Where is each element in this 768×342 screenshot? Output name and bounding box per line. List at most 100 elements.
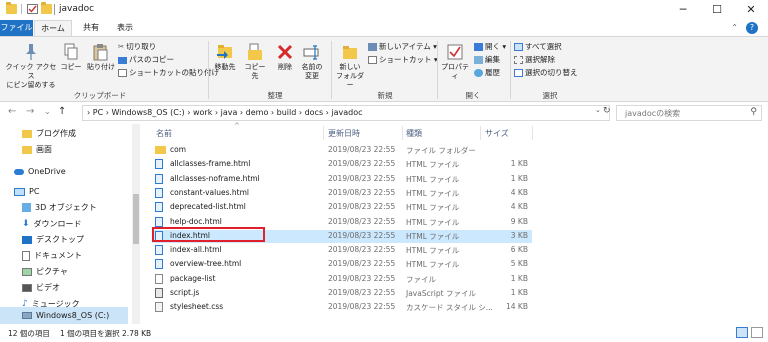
nav-item-desktop[interactable]: デスクトップ xyxy=(22,232,84,248)
details-view-button[interactable] xyxy=(736,327,748,338)
minimize-button[interactable]: ─ xyxy=(666,0,700,20)
sort-ascending-icon: ^ xyxy=(234,122,240,130)
new-folder-quick-icon[interactable] xyxy=(41,2,52,14)
file-type: HTML ファイル xyxy=(406,188,460,198)
file-row[interactable]: overview-tree.html 2019/08/23 22:55 HTML フ… xyxy=(152,258,532,271)
status-item-count: 12 個の項目 xyxy=(8,329,50,338)
file-type: カスケード スタイル シ... xyxy=(406,303,493,313)
file-size: 14 KB xyxy=(506,302,528,312)
file-row[interactable]: constant-values.html 2019/08/23 22:55 HTML… xyxy=(152,187,532,200)
recent-locations-button[interactable]: ⌄ xyxy=(44,107,51,116)
nav-scrollbar[interactable] xyxy=(132,124,140,324)
nav-scrollbar-thumb[interactable] xyxy=(133,194,139,244)
new-item-label: 新しいアイテム xyxy=(379,42,431,51)
open-button[interactable]: 開く ▾ xyxy=(474,41,506,53)
invert-selection-icon xyxy=(514,69,523,77)
tab-view[interactable]: 表示 xyxy=(110,20,140,36)
new-item-button[interactable]: 新しいアイテム ▾ xyxy=(368,41,437,53)
nav-item-3d-objects[interactable]: 3D オブジェクト xyxy=(22,200,97,216)
new-item-icon xyxy=(368,43,377,51)
history-button[interactable]: 履歴 xyxy=(474,67,500,79)
column-header-name[interactable]: 名前 xyxy=(156,128,172,139)
file-row[interactable]: allclasses-noframe.html 2019/08/23 22:55 H… xyxy=(152,173,532,186)
file-list: 名前 ^ 更新日時 種類 サイズ com 2019/08/23 22:55 ファイル… xyxy=(140,122,768,324)
large-icons-view-button[interactable] xyxy=(751,327,763,338)
column-header-type[interactable]: 種類 xyxy=(406,128,422,139)
back-button[interactable]: ← xyxy=(8,106,16,117)
search-icon[interactable]: ⚲ xyxy=(750,107,757,117)
nav-item-label: 画面 xyxy=(36,145,52,154)
column-separator[interactable] xyxy=(532,126,533,140)
forward-button[interactable]: → xyxy=(26,106,34,117)
select-none-button[interactable]: 選択解除 xyxy=(514,54,555,66)
column-separator[interactable] xyxy=(480,126,481,140)
close-button[interactable]: ✕ xyxy=(734,0,768,20)
address-dropdown-button[interactable]: ⌄ xyxy=(595,106,601,114)
rename-button[interactable]: 名前の 変更 xyxy=(298,43,326,81)
delete-icon xyxy=(277,44,293,60)
nav-item-downloads[interactable]: ⬇ ダウンロード xyxy=(22,216,82,232)
pin-to-quick-access-button[interactable]: クイック アクセス にピン留めする xyxy=(4,43,58,90)
up-button[interactable]: ↑ xyxy=(58,106,66,117)
drive-icon xyxy=(22,312,32,319)
copy-to-button[interactable]: コピー先 xyxy=(242,43,268,81)
nav-item-drive-c[interactable]: Windows8_OS (C:) xyxy=(22,308,109,324)
file-date: 2019/08/23 22:55 xyxy=(328,230,396,240)
copy-button[interactable]: コピー xyxy=(58,43,84,72)
file-date: 2019/08/23 22:55 xyxy=(328,302,396,312)
file-row[interactable]: deprecated-list.html 2019/08/23 22:55 HTML… xyxy=(152,201,532,214)
nav-item-onedrive[interactable]: OneDrive xyxy=(14,164,66,180)
new-folder-button[interactable]: 新しい フォルダー xyxy=(335,43,365,90)
nav-item-videos[interactable]: ビデオ xyxy=(22,280,60,296)
file-row[interactable]: allclasses-frame.html 2019/08/23 22:55 HTM… xyxy=(152,158,532,171)
edit-button[interactable]: 編集 xyxy=(474,54,500,66)
nav-item-pictures[interactable]: ピクチャ xyxy=(22,264,68,280)
search-box[interactable]: javadocの検索 ⚲ xyxy=(616,105,762,121)
invert-selection-button[interactable]: 選択の切り替え xyxy=(514,67,578,79)
select-all-button[interactable]: すべて選択 xyxy=(514,41,562,53)
status-selection: 1 個の項目を選択 2.78 KB xyxy=(60,329,152,338)
tab-file[interactable]: ファイル xyxy=(0,20,33,36)
nav-item-screens[interactable]: 画面 xyxy=(22,142,52,158)
help-icon[interactable]: ? xyxy=(746,22,758,34)
css-file-icon xyxy=(155,302,163,313)
file-row[interactable]: index-all.html 2019/08/23 22:55 HTML ファイル 6… xyxy=(152,244,532,257)
nav-item-blog[interactable]: ブログ作成 xyxy=(22,126,76,142)
search-input[interactable]: javadocの検索 xyxy=(625,108,680,119)
copy-icon xyxy=(64,43,78,60)
column-separator[interactable] xyxy=(402,126,403,140)
maximize-button[interactable]: ☐ xyxy=(700,0,734,20)
tab-share[interactable]: 共有 xyxy=(76,20,106,36)
move-to-button[interactable]: 移動先 xyxy=(212,43,238,72)
navigation-pane: ブログ作成 画面 OneDrive PC 3D オブジェクト ⬇ ダウンロード デ… xyxy=(0,124,132,324)
properties-label: プロパティ xyxy=(441,63,469,80)
properties-checkbox-icon[interactable] xyxy=(27,4,38,14)
properties-button[interactable]: プロパティ xyxy=(440,43,470,81)
column-header-date[interactable]: 更新日時 xyxy=(328,128,360,139)
paste-shortcut-button[interactable]: ショートカットの貼り付け xyxy=(118,67,219,79)
breadcrumb[interactable]: › PC › Windows8_OS (C:) › work › java › … xyxy=(87,108,363,117)
paste-icon xyxy=(93,44,108,61)
tab-home[interactable]: ホーム xyxy=(34,20,72,36)
easy-access-button[interactable]: ショートカット ▾ xyxy=(368,54,438,66)
column-separator[interactable] xyxy=(323,126,324,140)
nav-item-pc[interactable]: PC xyxy=(14,184,39,200)
file-row[interactable]: package-list 2019/08/23 22:55 ファイル 1 KB xyxy=(152,273,532,286)
history-label: 履歴 xyxy=(485,68,500,77)
ribbon-collapse-toggle[interactable]: ⌃ xyxy=(731,23,738,32)
nav-item-documents[interactable]: ドキュメント xyxy=(22,248,82,264)
column-header-size[interactable]: サイズ xyxy=(485,128,509,139)
file-type: HTML ファイル xyxy=(406,203,460,213)
cut-button[interactable]: ✂ 切り取り xyxy=(118,41,156,53)
file-row[interactable]: com 2019/08/23 22:55 ファイル フォルダー xyxy=(152,144,532,157)
file-row[interactable]: script.js 2019/08/23 22:55 JavaScript ファイル… xyxy=(152,287,532,300)
address-bar[interactable]: › PC › Windows8_OS (C:) › work › java › … xyxy=(82,105,610,121)
copy-to-icon xyxy=(248,43,262,60)
copy-path-button[interactable]: パスのコピー xyxy=(118,54,174,66)
refresh-button[interactable]: ↻ xyxy=(603,106,611,116)
delete-button[interactable]: 削除 xyxy=(274,43,296,72)
file-type: HTML ファイル xyxy=(406,231,460,241)
file-row[interactable]: stylesheet.css 2019/08/23 22:55 カスケード スタイル… xyxy=(152,301,532,314)
new-folder-label-line2: フォルダー xyxy=(336,72,364,89)
paste-button[interactable]: 貼り付け xyxy=(86,43,116,72)
